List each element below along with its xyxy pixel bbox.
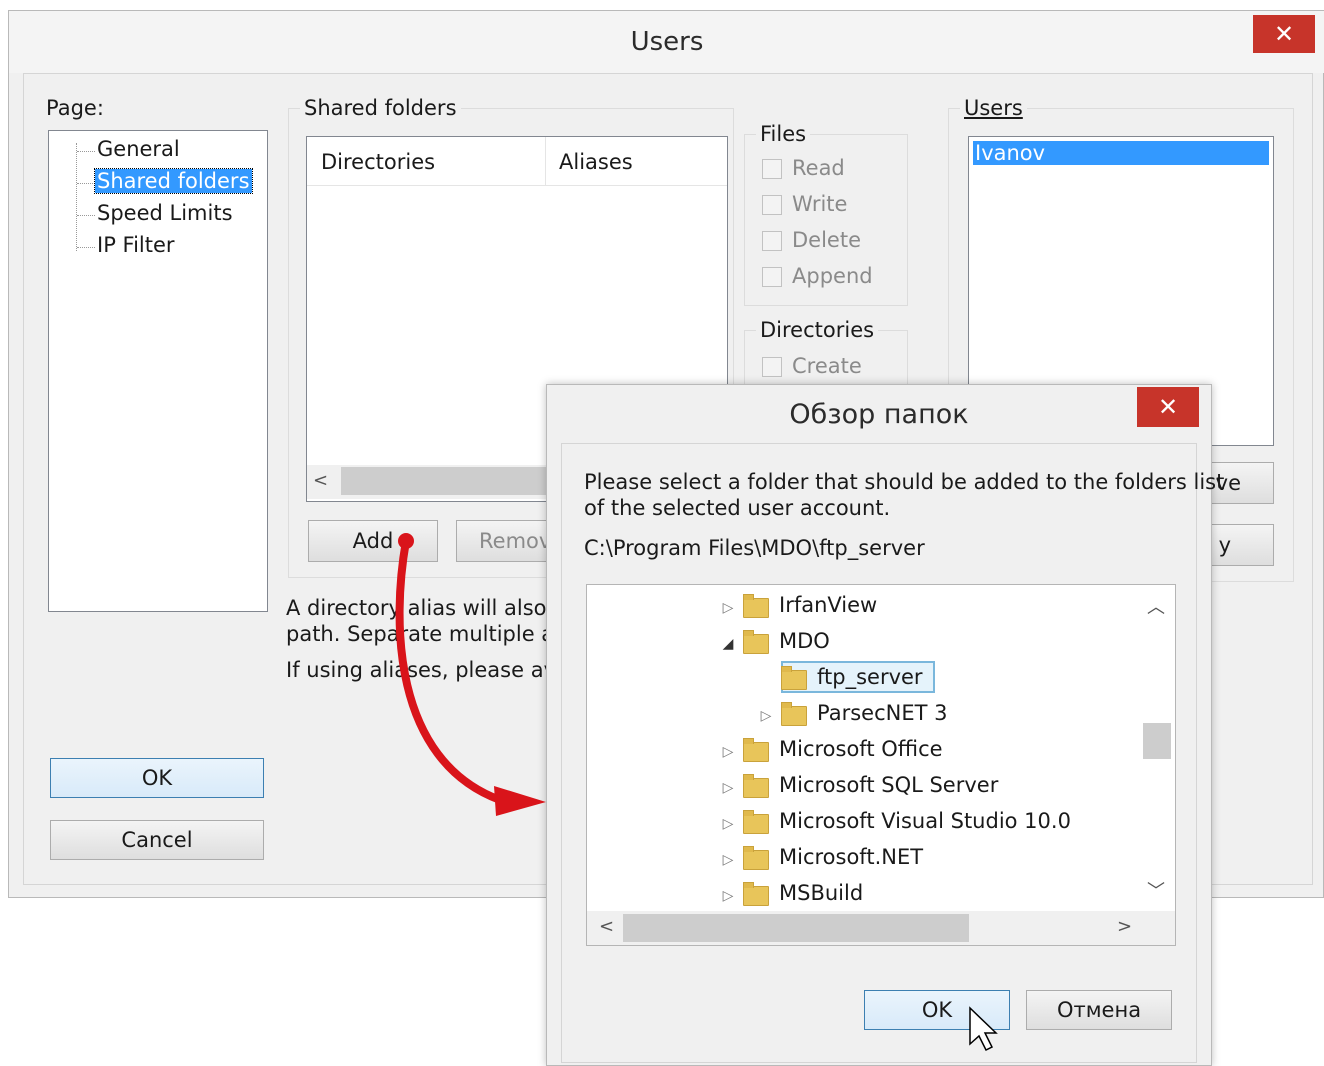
annotation-overlay xyxy=(395,533,998,1052)
red-arrow-line xyxy=(395,537,504,804)
mouse-cursor-icon xyxy=(969,1006,998,1052)
red-arrow-head-icon xyxy=(494,786,546,816)
